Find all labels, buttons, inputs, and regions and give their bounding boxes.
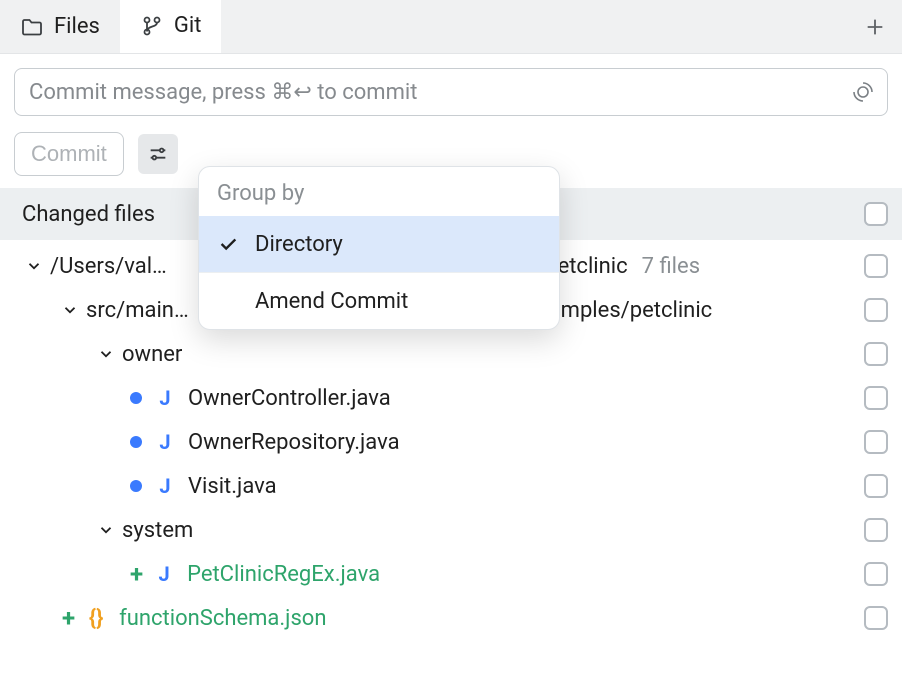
root-path-start: /Users/val… — [50, 254, 167, 279]
group-by-directory-item[interactable]: Directory — [199, 216, 559, 272]
tab-git[interactable]: Git — [120, 0, 222, 53]
checkbox-file[interactable] — [864, 430, 888, 454]
json-file-icon: {} — [85, 607, 107, 629]
checkbox-file[interactable] — [864, 562, 888, 586]
modified-dot-icon — [130, 392, 142, 404]
java-file-icon: J — [154, 475, 176, 497]
checkbox-system[interactable] — [864, 518, 888, 542]
ai-suggest-icon[interactable] — [851, 80, 875, 104]
tree-row-file[interactable]: J Visit.java — [0, 464, 902, 508]
added-plus-icon: + — [130, 562, 143, 586]
tab-files-label: Files — [54, 14, 100, 39]
tab-files[interactable]: Files — [0, 0, 120, 53]
tree-row-file[interactable]: + {} functionSchema.json — [0, 596, 902, 640]
amend-commit-label: Amend Commit — [255, 289, 408, 314]
modified-dot-icon — [130, 480, 142, 492]
system-label: system — [122, 518, 193, 543]
folder-icon — [20, 15, 44, 39]
checkbox-file[interactable] — [864, 474, 888, 498]
checkbox-owner[interactable] — [864, 342, 888, 366]
git-branch-icon — [140, 14, 164, 38]
add-tab-button[interactable] — [848, 0, 902, 53]
java-file-icon: J — [153, 563, 175, 585]
root-file-count: 7 files — [642, 254, 700, 279]
commit-button[interactable]: Commit — [14, 132, 124, 176]
commit-options-button[interactable] — [138, 134, 178, 174]
chevron-down-icon[interactable] — [24, 257, 44, 275]
select-all-checkbox[interactable] — [864, 202, 888, 226]
file-label: OwnerController.java — [188, 386, 391, 411]
checkbox-root[interactable] — [864, 254, 888, 278]
tree-row-file[interactable]: J OwnerRepository.java — [0, 420, 902, 464]
group-by-title: Group by — [199, 167, 559, 216]
group-by-directory-label: Directory — [255, 232, 343, 257]
plus-icon — [864, 16, 886, 38]
chevron-down-icon[interactable] — [96, 521, 116, 539]
tabs-bar: Files Git — [0, 0, 902, 54]
src-path-start: src/main… — [86, 298, 189, 323]
file-label: Visit.java — [188, 474, 277, 499]
commit-input-area: Commit message, press ⌘↩ to commit — [0, 54, 902, 126]
checkbox-file[interactable] — [864, 386, 888, 410]
tree-row-system[interactable]: system — [0, 508, 902, 552]
src-path-end: amples/petclinic — [549, 298, 713, 323]
commit-message-input[interactable]: Commit message, press ⌘↩ to commit — [14, 68, 888, 116]
commit-placeholder: Commit message, press ⌘↩ to commit — [29, 80, 417, 105]
chevron-down-icon[interactable] — [60, 301, 80, 319]
tab-git-label: Git — [174, 13, 202, 38]
java-file-icon: J — [154, 387, 176, 409]
amend-commit-item[interactable]: Amend Commit — [199, 273, 559, 329]
commit-options-popover: Group by Directory Amend Commit — [198, 166, 560, 330]
added-plus-icon: + — [62, 606, 75, 630]
file-label: functionSchema.json — [119, 606, 326, 631]
modified-dot-icon — [130, 436, 142, 448]
java-file-icon: J — [154, 431, 176, 453]
file-label: PetClinicRegEx.java — [187, 562, 380, 587]
checkbox-file[interactable] — [864, 606, 888, 630]
tabs-spacer — [221, 0, 848, 53]
owner-label: owner — [122, 342, 182, 367]
tree-row-owner[interactable]: owner — [0, 332, 902, 376]
checkbox-src[interactable] — [864, 298, 888, 322]
check-icon — [217, 233, 245, 255]
sliders-icon — [147, 143, 169, 165]
tree-row-file[interactable]: J OwnerController.java — [0, 376, 902, 420]
tree-row-file[interactable]: + J PetClinicRegEx.java — [0, 552, 902, 596]
chevron-down-icon[interactable] — [96, 345, 116, 363]
file-label: OwnerRepository.java — [188, 430, 400, 455]
